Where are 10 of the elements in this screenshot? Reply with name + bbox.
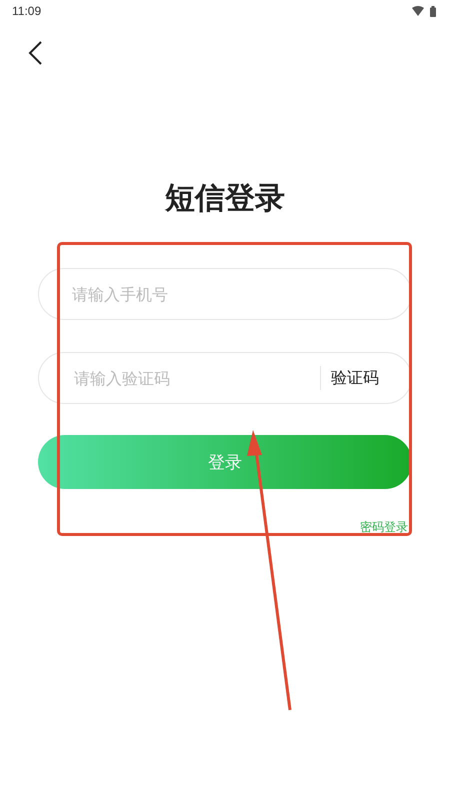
code-field[interactable]: 请输入验证码 验证码 <box>38 352 412 404</box>
send-code-button[interactable]: 验证码 <box>320 366 379 390</box>
back-icon <box>28 41 42 65</box>
status-time: 11:09 <box>12 4 42 18</box>
battery-icon <box>430 6 436 16</box>
phone-field[interactable]: 请输入手机号 <box>38 268 412 320</box>
page-title: 短信登录 <box>164 180 286 218</box>
code-input[interactable]: 请输入验证码 <box>72 368 306 388</box>
wifi-icon <box>412 6 424 16</box>
back-button[interactable] <box>26 39 44 67</box>
